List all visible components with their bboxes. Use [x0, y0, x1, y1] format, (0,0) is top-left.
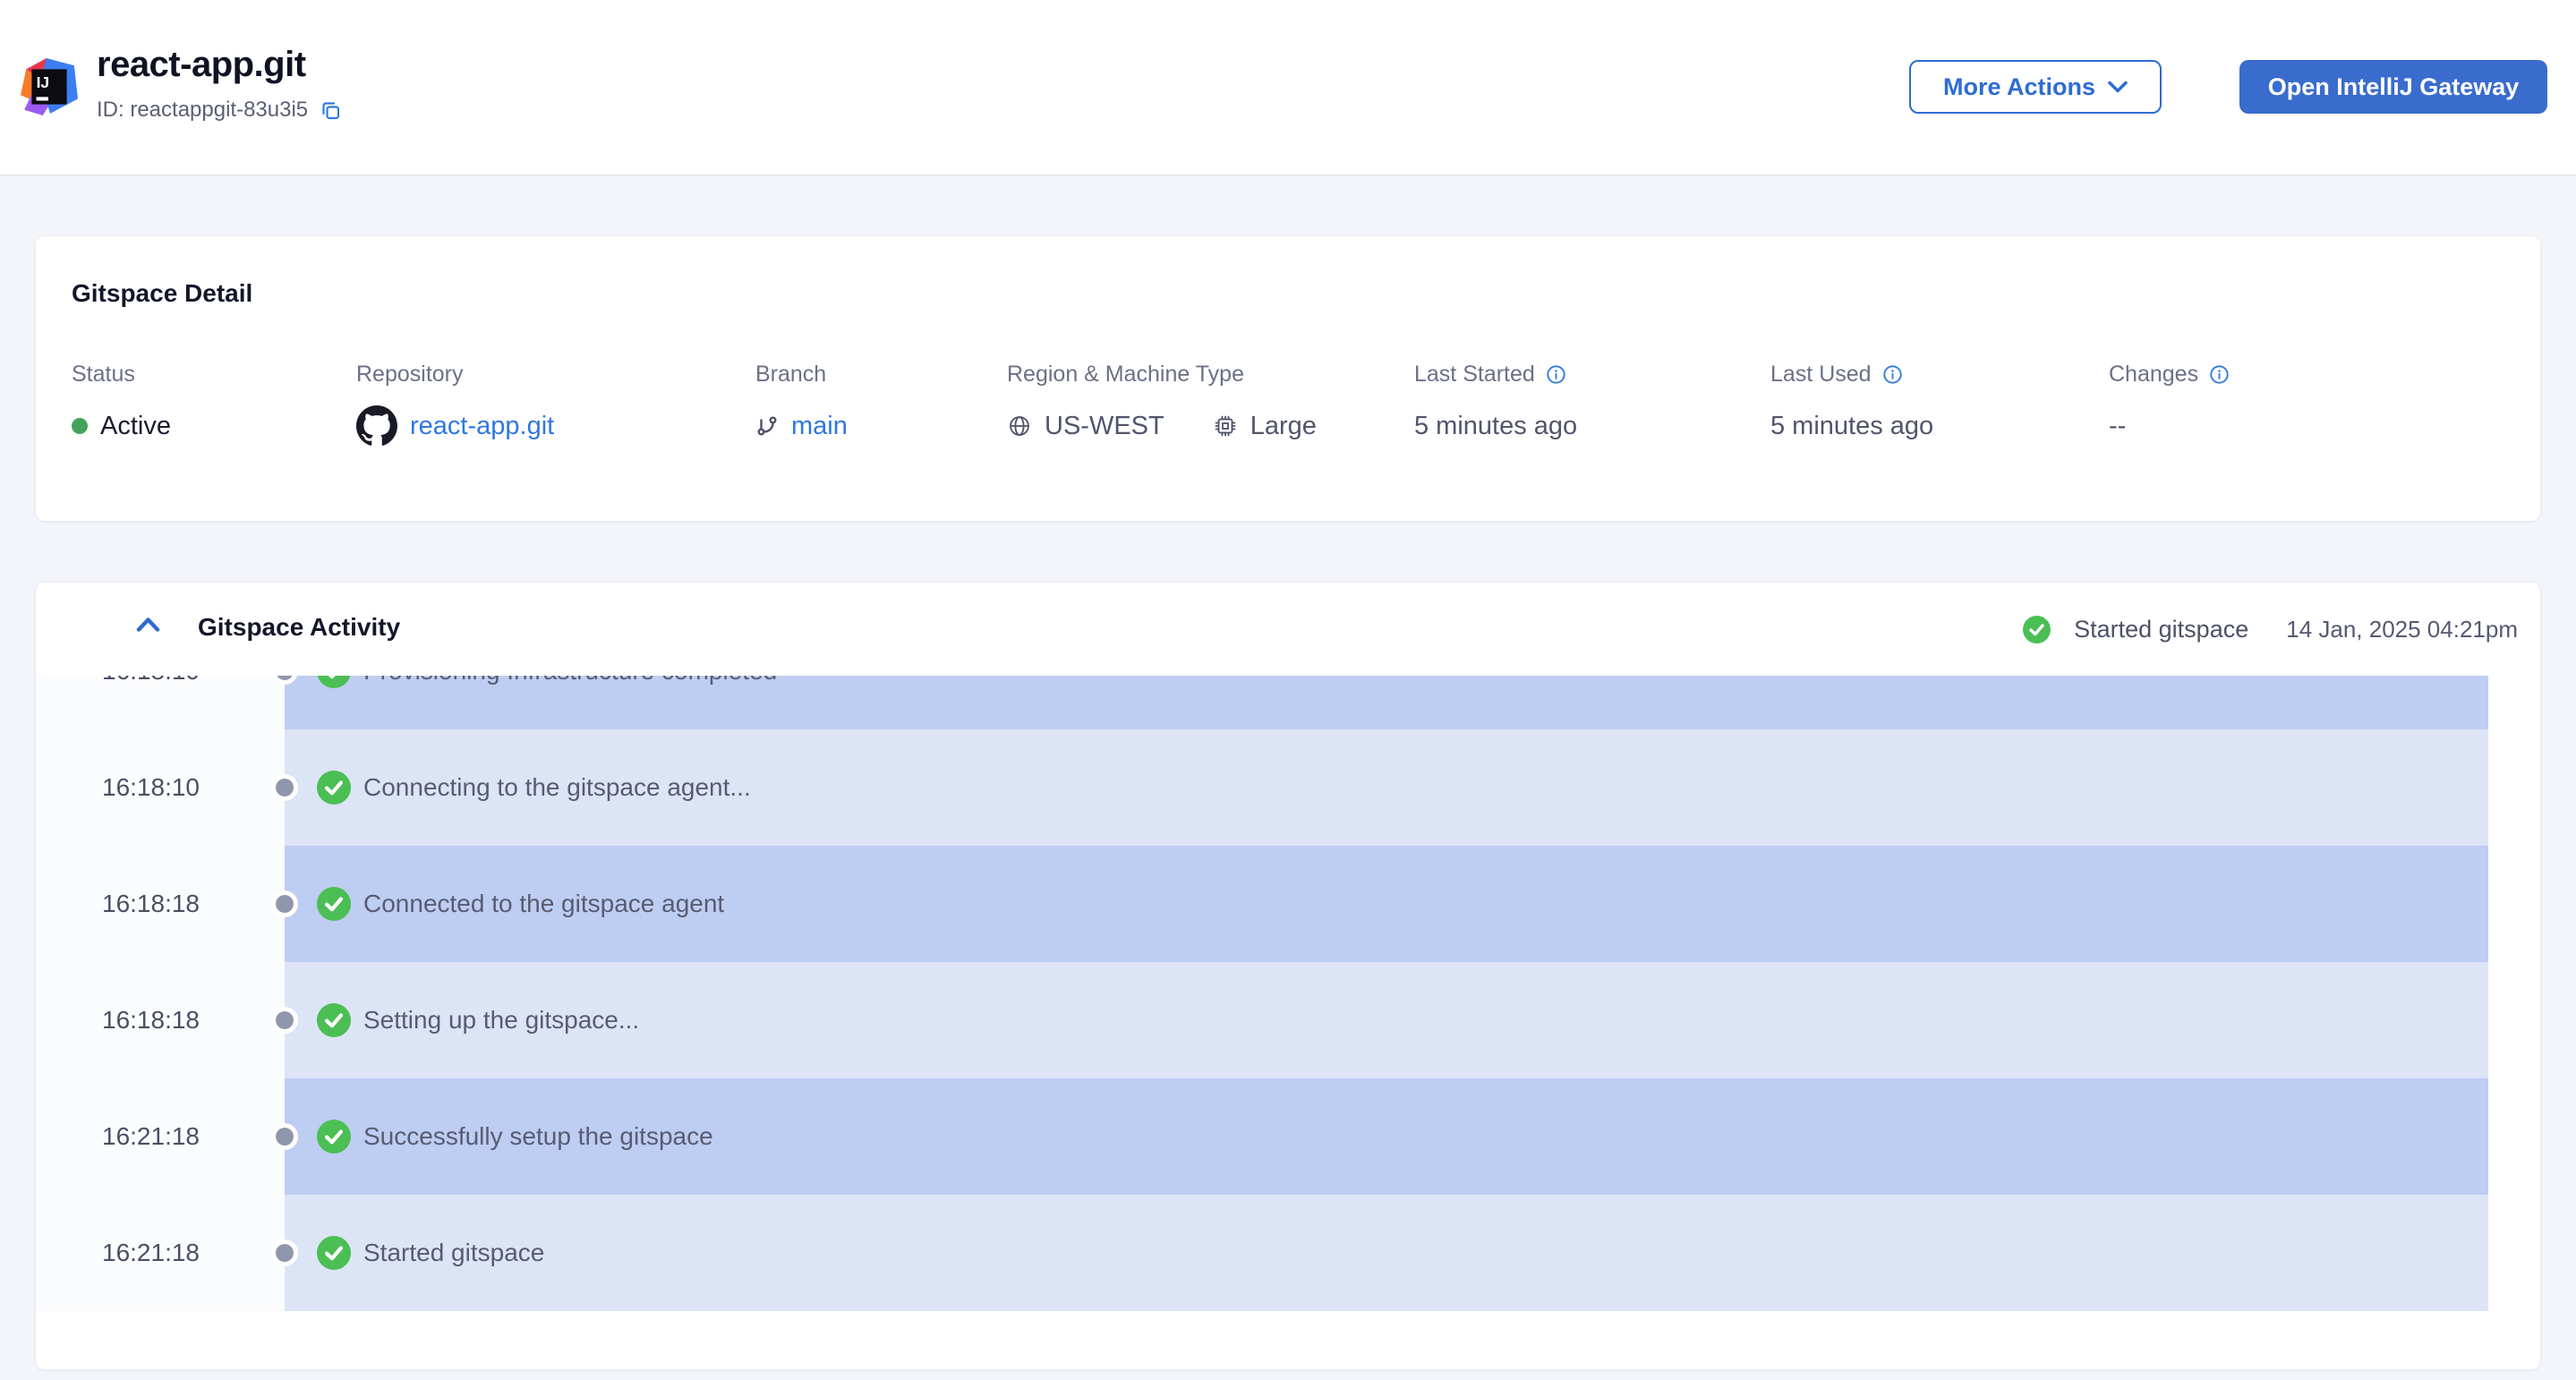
field-last-used: Last Used 5 minutes ago [1770, 362, 1933, 447]
branch-icon [755, 414, 779, 438]
chevron-up-icon[interactable] [136, 617, 160, 633]
field-branch: Branch main [755, 362, 848, 447]
check-circle-icon [2023, 616, 2051, 643]
last-started-label: Last Started [1414, 362, 1535, 388]
activity-log[interactable]: 16:18:10 Provisioning Infrastructure com… [36, 676, 2540, 1311]
log-row: 16:21:18 Started gitspace [36, 1195, 2540, 1311]
changes-label: Changes [2109, 362, 2198, 388]
last-used-value: 5 minutes ago [1770, 412, 1933, 441]
check-circle-icon [317, 1236, 351, 1270]
log-message: Connecting to the gitspace agent... [363, 773, 751, 802]
repository-label: Repository [356, 362, 554, 388]
activity-status-label: Started gitspace [2074, 616, 2248, 643]
info-icon[interactable] [2209, 364, 2230, 385]
repository-link[interactable]: react-app.git [410, 412, 554, 441]
changes-value: -- [2109, 412, 2126, 441]
detail-card-heading: Gitspace Detail [72, 279, 252, 308]
last-used-label: Last Used [1770, 362, 1872, 388]
log-message: Connected to the gitspace agent [363, 890, 724, 918]
svg-text:IJ: IJ [37, 73, 50, 91]
log-time: 16:18:18 [36, 962, 285, 1078]
log-time: 16:21:18 [36, 1195, 285, 1311]
activity-header: Gitspace Activity Started gitspace 14 Ja… [36, 583, 2540, 676]
region-machine-label: Region & Machine Type [1007, 362, 1317, 388]
log-row: 16:18:10 Provisioning Infrastructure com… [36, 676, 2540, 729]
log-time: 16:21:18 [36, 1078, 285, 1195]
check-circle-icon [317, 887, 351, 921]
github-icon [356, 405, 397, 447]
status-value: Active [100, 412, 171, 441]
gitspace-activity-card: Gitspace Activity Started gitspace 14 Ja… [36, 583, 2540, 1369]
gitspace-id: ID: reactappgit-83u3i5 [97, 98, 308, 123]
info-icon[interactable] [1546, 364, 1566, 385]
field-last-started: Last Started 5 minutes ago [1414, 362, 1577, 447]
region-value: US-WEST [1045, 412, 1164, 441]
info-icon[interactable] [1882, 364, 1903, 385]
status-label: Status [72, 362, 171, 388]
branch-label: Branch [755, 362, 848, 388]
open-gateway-label: Open IntelliJ Gateway [2268, 73, 2520, 101]
timeline-dot [271, 890, 298, 917]
field-changes: Changes -- [2109, 362, 2230, 447]
check-circle-icon [317, 1003, 351, 1037]
check-circle-icon [317, 676, 351, 688]
check-circle-icon [317, 1120, 351, 1154]
field-repository: Repository react-app.git [356, 362, 554, 447]
timeline-dot [271, 1239, 298, 1266]
top-header: IJ react-app.git ID: reactappgit-83u3i5 … [0, 0, 2576, 175]
log-message: Successfully setup the gitspace [363, 1122, 713, 1151]
log-row: 16:21:18 Successfully setup the gitspace [36, 1078, 2540, 1195]
timeline-dot [271, 774, 298, 801]
globe-icon [1007, 413, 1032, 439]
chevron-down-icon [2108, 81, 2128, 93]
page-title: react-app.git [97, 45, 342, 85]
status-dot [72, 418, 88, 434]
more-actions-label: More Actions [1943, 73, 2095, 101]
log-row: 16:18:18 Setting up the gitspace... [36, 962, 2540, 1078]
activity-timestamp: 14 Jan, 2025 04:21pm [2286, 616, 2518, 643]
log-message: Setting up the gitspace... [363, 1006, 639, 1035]
branch-link[interactable]: main [791, 412, 848, 441]
log-message: Started gitspace [363, 1239, 544, 1267]
gitspace-detail-card: Gitspace Detail Status Active Repository… [36, 236, 2540, 521]
last-started-value: 5 minutes ago [1414, 412, 1577, 441]
copy-icon[interactable] [319, 98, 342, 122]
log-time: 16:18:10 [36, 729, 285, 846]
field-status: Status Active [72, 362, 171, 447]
open-intellij-gateway-button[interactable]: Open IntelliJ Gateway [2239, 60, 2547, 114]
log-message: Provisioning Infrastructure completed [363, 676, 777, 686]
machine-type-value: Large [1250, 412, 1317, 441]
log-time: 16:18:18 [36, 846, 285, 962]
timeline-dot [271, 1123, 298, 1150]
timeline-dot [271, 1007, 298, 1034]
intellij-logo: IJ [20, 57, 79, 116]
cpu-icon [1213, 413, 1238, 439]
log-row: 16:18:10 Connecting to the gitspace agen… [36, 729, 2540, 846]
more-actions-button[interactable]: More Actions [1909, 60, 2162, 114]
activity-heading: Gitspace Activity [198, 613, 400, 642]
field-region-machine: Region & Machine Type US-WEST [1007, 362, 1317, 447]
log-time: 16:18:10 [36, 676, 285, 729]
check-circle-icon [317, 771, 351, 805]
log-row: 16:18:18 Connected to the gitspace agent [36, 846, 2540, 962]
